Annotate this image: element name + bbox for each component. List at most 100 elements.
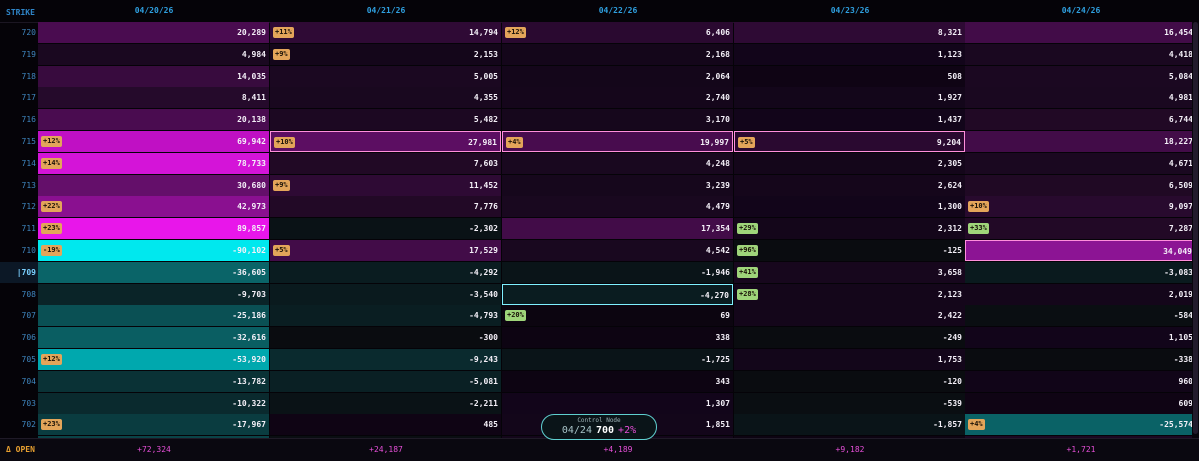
exposure-cell[interactable]: +4% 19,997 bbox=[502, 131, 733, 152]
exposure-cell[interactable]: 4,981 bbox=[965, 87, 1196, 109]
exposure-cell[interactable]: 4,355 bbox=[270, 87, 501, 109]
date-column-header[interactable]: 04/24/26 bbox=[965, 6, 1197, 15]
date-column-header[interactable]: 04/21/26 bbox=[270, 6, 502, 15]
exposure-cell[interactable]: 20,138 bbox=[38, 109, 269, 131]
exposure-cell[interactable]: -2,302 bbox=[270, 218, 501, 240]
exposure-cell[interactable]: +4% -25,574 bbox=[965, 414, 1196, 436]
strike-label[interactable]: 716 bbox=[0, 109, 38, 130]
exposure-cell[interactable]: +5% 17,529 bbox=[270, 240, 501, 261]
exposure-cell[interactable]: 4,984 bbox=[38, 43, 269, 65]
strike-label[interactable]: 720 bbox=[0, 22, 38, 43]
strike-label[interactable]: 715 bbox=[0, 131, 38, 152]
date-column-header[interactable]: 04/22/26 bbox=[502, 6, 734, 15]
exposure-cell[interactable]: -4,793 bbox=[270, 305, 501, 327]
strike-label[interactable]: 704 bbox=[0, 371, 38, 392]
exposure-cell[interactable]: 1,753 bbox=[734, 349, 965, 370]
exposure-cell[interactable]: +33% 7,287 bbox=[965, 218, 1196, 240]
exposure-cell[interactable]: -2,211 bbox=[270, 392, 501, 414]
strike-label[interactable]: 712 bbox=[0, 196, 38, 217]
exposure-cell[interactable]: 17,354 bbox=[502, 218, 733, 240]
exposure-cell[interactable]: -338 bbox=[965, 349, 1196, 370]
exposure-cell[interactable]: 6,509 bbox=[965, 174, 1196, 196]
exposure-cell[interactable]: 7,603 bbox=[270, 152, 501, 174]
exposure-cell[interactable]: 485 bbox=[270, 414, 501, 436]
exposure-cell[interactable]: -120 bbox=[734, 370, 965, 392]
exposure-cell[interactable]: +28% 2,123 bbox=[734, 283, 965, 305]
exposure-cell[interactable]: 2,168 bbox=[502, 43, 733, 65]
strike-label[interactable]: 705 bbox=[0, 349, 38, 370]
exposure-cell[interactable]: -4,292 bbox=[270, 261, 501, 283]
exposure-cell[interactable]: +20% 69 bbox=[502, 305, 733, 327]
exposure-cell[interactable]: -4,270 bbox=[502, 283, 733, 305]
exposure-cell[interactable]: +96% -125 bbox=[734, 240, 965, 261]
exposure-cell[interactable]: -300 bbox=[270, 327, 501, 349]
strike-label[interactable]: 717 bbox=[0, 87, 38, 108]
exposure-cell[interactable]: 4,479 bbox=[502, 196, 733, 218]
exposure-cell[interactable]: 6,744 bbox=[965, 109, 1196, 131]
exposure-cell[interactable]: +29% 2,312 bbox=[734, 218, 965, 240]
exposure-cell[interactable]: +41% 3,658 bbox=[734, 261, 965, 283]
exposure-cell[interactable]: +10% 9,097 bbox=[965, 196, 1196, 218]
strike-label[interactable]: 710 bbox=[0, 240, 38, 261]
exposure-cell[interactable]: 2,019 bbox=[965, 283, 1196, 305]
exposure-cell[interactable]: 8,321 bbox=[734, 22, 965, 43]
exposure-cell[interactable]: -1,857 bbox=[734, 414, 965, 436]
exposure-cell[interactable]: 3,170 bbox=[502, 109, 733, 131]
exposure-cell[interactable]: +23% 89,857 bbox=[38, 218, 269, 240]
exposure-cell[interactable]: 4,671 bbox=[965, 152, 1196, 174]
exposure-cell[interactable]: +23% -17,967 bbox=[38, 414, 269, 436]
scrollbar-thumb[interactable] bbox=[1193, 22, 1198, 434]
exposure-cell[interactable]: +5% 9,204 bbox=[734, 131, 965, 152]
strike-label[interactable]: 707 bbox=[0, 305, 38, 326]
exposure-cell[interactable]: +14% 78,733 bbox=[38, 152, 269, 174]
exposure-cell[interactable]: -1,725 bbox=[502, 349, 733, 370]
exposure-cell[interactable]: -25,186 bbox=[38, 305, 269, 327]
exposure-cell[interactable]: 30,680 bbox=[38, 174, 269, 196]
exposure-cell[interactable]: -5,081 bbox=[270, 370, 501, 392]
strike-label[interactable]: 718 bbox=[0, 66, 38, 87]
exposure-cell[interactable]: -3,540 bbox=[270, 283, 501, 305]
exposure-cell[interactable]: +11% 14,794 bbox=[270, 22, 501, 43]
exposure-cell[interactable]: -36,605 bbox=[38, 261, 269, 283]
exposure-cell[interactable]: -3,083 bbox=[965, 261, 1196, 283]
control-node-widget[interactable]: Control Node 04/24 700 +2% bbox=[541, 414, 657, 440]
exposure-cell[interactable]: -584 bbox=[965, 305, 1196, 327]
exposure-cell[interactable]: 2,624 bbox=[734, 174, 965, 196]
exposure-cell[interactable]: +10% 27,981 bbox=[270, 131, 501, 152]
exposure-cell[interactable]: 338 bbox=[502, 327, 733, 349]
exposure-cell[interactable]: 5,084 bbox=[965, 65, 1196, 87]
exposure-cell[interactable]: -32,616 bbox=[38, 327, 269, 349]
exposure-cell[interactable]: 16,454 bbox=[965, 22, 1196, 43]
exposure-cell[interactable]: 2,740 bbox=[502, 87, 733, 109]
exposure-cell[interactable]: 609 bbox=[965, 392, 1196, 414]
exposure-cell[interactable]: 2,305 bbox=[734, 152, 965, 174]
exposure-cell[interactable]: +12% 69,942 bbox=[38, 131, 269, 152]
current-strike-label[interactable]: |709 bbox=[0, 261, 38, 283]
date-column-header[interactable]: 04/23/26 bbox=[734, 6, 966, 15]
exposure-cell[interactable]: 5,482 bbox=[270, 109, 501, 131]
exposure-cell[interactable]: 960 bbox=[965, 370, 1196, 392]
exposure-cell[interactable]: 8,411 bbox=[38, 87, 269, 109]
exposure-cell[interactable]: +9% 11,452 bbox=[270, 174, 501, 196]
exposure-cell[interactable]: 7,776 bbox=[270, 196, 501, 218]
exposure-cell[interactable]: 3,239 bbox=[502, 174, 733, 196]
exposure-cell[interactable]: -10,322 bbox=[38, 392, 269, 414]
exposure-cell[interactable]: +12% 6,406 bbox=[502, 22, 733, 43]
strike-label[interactable]: 713 bbox=[0, 175, 38, 196]
strike-label[interactable]: 714 bbox=[0, 153, 38, 174]
exposure-cell[interactable]: 1,927 bbox=[734, 87, 965, 109]
exposure-cell[interactable]: 14,035 bbox=[38, 65, 269, 87]
exposure-cell[interactable]: +22% 42,973 bbox=[38, 196, 269, 218]
exposure-cell[interactable]: 5,005 bbox=[270, 65, 501, 87]
exposure-cell[interactable]: 2,422 bbox=[734, 305, 965, 327]
exposure-cell[interactable]: -249 bbox=[734, 327, 965, 349]
exposure-cell[interactable]: -9,243 bbox=[270, 349, 501, 370]
exposure-cell[interactable]: 34,049 bbox=[965, 240, 1196, 261]
exposure-cell[interactable]: +9% 2,153 bbox=[270, 43, 501, 65]
exposure-cell[interactable]: 1,105 bbox=[965, 327, 1196, 349]
exposure-cell[interactable]: +12% -53,920 bbox=[38, 349, 269, 370]
exposure-cell[interactable]: 343 bbox=[502, 370, 733, 392]
date-column-header[interactable]: 04/20/26 bbox=[38, 6, 270, 15]
exposure-cell[interactable]: 4,248 bbox=[502, 152, 733, 174]
exposure-cell[interactable]: 508 bbox=[734, 65, 965, 87]
